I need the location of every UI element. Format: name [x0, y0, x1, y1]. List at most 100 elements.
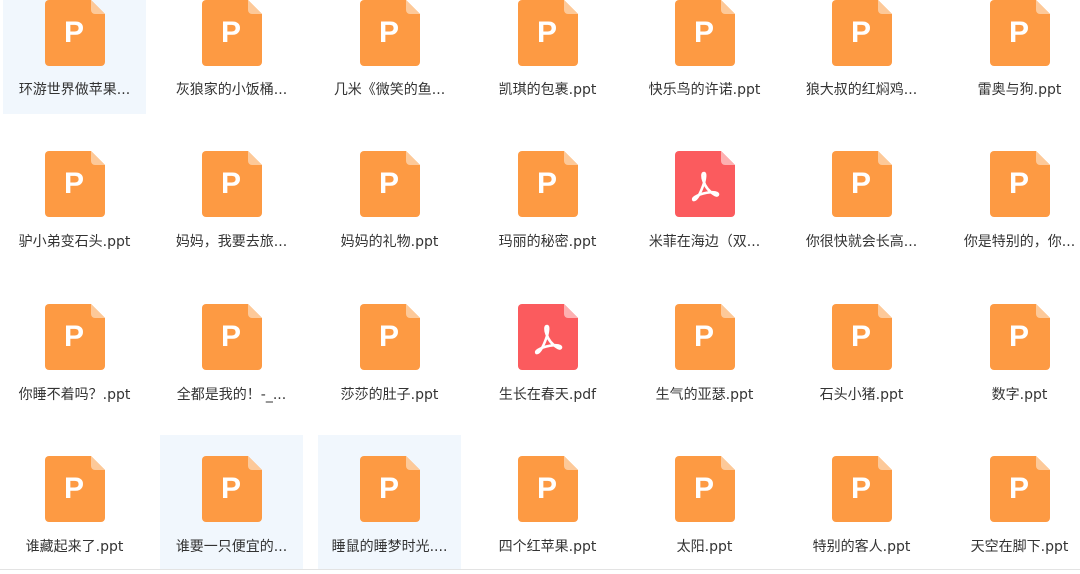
ppt-file-icon: P	[360, 304, 420, 370]
ppt-file-icon: P	[202, 0, 262, 66]
file-name: 几米《微笑的鱼...	[333, 82, 446, 98]
svg-text:P: P	[221, 320, 241, 353]
ppt-file-icon: P	[675, 0, 735, 66]
svg-text:P: P	[851, 320, 871, 353]
file-item[interactable]: P 石头小猪.ppt	[790, 283, 933, 435]
svg-text:P: P	[537, 16, 557, 49]
file-item[interactable]: P 凯琪的包裹.ppt	[476, 0, 619, 114]
file-item[interactable]: P 莎莎的肚子.ppt	[318, 283, 461, 435]
file-name: 睡鼠的睡梦时光....	[331, 539, 448, 555]
file-name: 快乐鸟的许诺.ppt	[648, 82, 761, 98]
file-name: 你睡不着吗？.ppt	[18, 387, 131, 403]
ppt-file-icon: P	[202, 456, 262, 522]
ppt-file-icon: P	[360, 456, 420, 522]
file-name: 生长在春天.pdf	[498, 387, 597, 403]
file-item[interactable]: P 妈妈的礼物.ppt	[318, 130, 461, 282]
svg-text:P: P	[64, 167, 84, 200]
svg-text:P: P	[221, 16, 241, 49]
svg-text:P: P	[694, 16, 714, 49]
file-item[interactable]: P 数字.ppt	[948, 283, 1080, 435]
ppt-file-icon: P	[202, 304, 262, 370]
file-item[interactable]: P 你是特别的，你...	[948, 130, 1080, 282]
ppt-file-icon: P	[360, 151, 420, 217]
ppt-file-icon: P	[990, 151, 1050, 217]
file-name: 狼大叔的红焖鸡...	[805, 82, 918, 98]
svg-text:P: P	[851, 167, 871, 200]
file-item[interactable]: P 特别的客人.ppt	[790, 435, 933, 570]
file-item[interactable]: P 几米《微笑的鱼...	[318, 0, 461, 114]
ppt-file-icon: P	[675, 304, 735, 370]
file-name: 数字.ppt	[991, 387, 1048, 403]
file-item[interactable]: P 雷奥与狗.ppt	[948, 0, 1080, 114]
ppt-file-icon: P	[675, 456, 735, 522]
svg-text:P: P	[64, 16, 84, 49]
file-item[interactable]: P 全都是我的！-_...	[160, 283, 303, 435]
file-name: 特别的客人.ppt	[812, 539, 911, 555]
file-name: 妈妈，我要去旅...	[175, 234, 288, 250]
svg-text:P: P	[379, 320, 399, 353]
file-name: 太阳.ppt	[676, 539, 733, 555]
svg-text:P: P	[1009, 167, 1029, 200]
file-name: 玛丽的秘密.ppt	[498, 234, 597, 250]
svg-text:P: P	[537, 167, 557, 200]
file-item[interactable]: P 谁要一只便宜的...	[160, 435, 303, 570]
ppt-file-icon: P	[360, 0, 420, 66]
file-item[interactable]: P 谁藏起来了.ppt	[3, 435, 146, 570]
svg-text:P: P	[1009, 16, 1029, 49]
ppt-file-icon: P	[990, 0, 1050, 66]
svg-text:P: P	[221, 472, 241, 505]
file-name: 莎莎的肚子.ppt	[340, 387, 439, 403]
ppt-file-icon: P	[45, 304, 105, 370]
ppt-file-icon: P	[518, 151, 578, 217]
ppt-file-icon: P	[832, 0, 892, 66]
file-item[interactable]: P 睡鼠的睡梦时光....	[318, 435, 461, 570]
file-item[interactable]: P 狼大叔的红焖鸡...	[790, 0, 933, 114]
file-item[interactable]: P 四个红苹果.ppt	[476, 435, 619, 570]
ppt-file-icon: P	[832, 456, 892, 522]
file-item[interactable]: P 灰狼家的小饭桶...	[160, 0, 303, 114]
file-name: 凯琪的包裹.ppt	[498, 82, 597, 98]
file-item[interactable]: P 天空在脚下.ppt	[948, 435, 1080, 570]
file-item[interactable]: P 你睡不着吗？.ppt	[3, 283, 146, 435]
file-name: 驴小弟变石头.ppt	[18, 234, 131, 250]
file-item[interactable]: P 快乐鸟的许诺.ppt	[633, 0, 776, 114]
file-item[interactable]: P 太阳.ppt	[633, 435, 776, 570]
file-name: 妈妈的礼物.ppt	[340, 234, 439, 250]
svg-text:P: P	[64, 472, 84, 505]
file-name: 四个红苹果.ppt	[498, 539, 597, 555]
ppt-file-icon: P	[45, 456, 105, 522]
svg-text:P: P	[851, 16, 871, 49]
file-name: 谁要一只便宜的...	[175, 539, 288, 555]
file-name: 天空在脚下.ppt	[970, 539, 1069, 555]
file-item[interactable]: 米菲在海边（双...	[633, 130, 776, 282]
svg-text:P: P	[694, 320, 714, 353]
file-name: 石头小猪.ppt	[819, 387, 904, 403]
svg-text:P: P	[1009, 320, 1029, 353]
file-item[interactable]: P 生气的亚瑟.ppt	[633, 283, 776, 435]
file-item[interactable]: P 妈妈，我要去旅...	[160, 130, 303, 282]
ppt-file-icon: P	[832, 304, 892, 370]
file-name: 全都是我的！-_...	[176, 387, 287, 403]
ppt-file-icon: P	[518, 456, 578, 522]
file-item[interactable]: P 环游世界做苹果...	[3, 0, 146, 114]
ppt-file-icon: P	[518, 0, 578, 66]
ppt-file-icon: P	[990, 456, 1050, 522]
svg-text:P: P	[64, 320, 84, 353]
ppt-file-icon: P	[202, 151, 262, 217]
ppt-file-icon: P	[990, 304, 1050, 370]
file-name: 你是特别的，你...	[963, 234, 1076, 250]
file-item[interactable]: P 驴小弟变石头.ppt	[3, 130, 146, 282]
file-name: 生气的亚瑟.ppt	[655, 387, 754, 403]
file-name: 谁藏起来了.ppt	[25, 539, 124, 555]
file-item[interactable]: P 玛丽的秘密.ppt	[476, 130, 619, 282]
svg-text:P: P	[379, 472, 399, 505]
file-item[interactable]: P 你很快就会长高...	[790, 130, 933, 282]
svg-text:P: P	[851, 472, 871, 505]
file-name: 雷奥与狗.ppt	[977, 82, 1062, 98]
svg-text:P: P	[1009, 472, 1029, 505]
file-name: 你很快就会长高...	[805, 234, 918, 250]
file-item[interactable]: 生长在春天.pdf	[476, 283, 619, 435]
svg-text:P: P	[221, 167, 241, 200]
file-name: 米菲在海边（双...	[648, 234, 761, 250]
bottom-divider	[0, 569, 1080, 570]
